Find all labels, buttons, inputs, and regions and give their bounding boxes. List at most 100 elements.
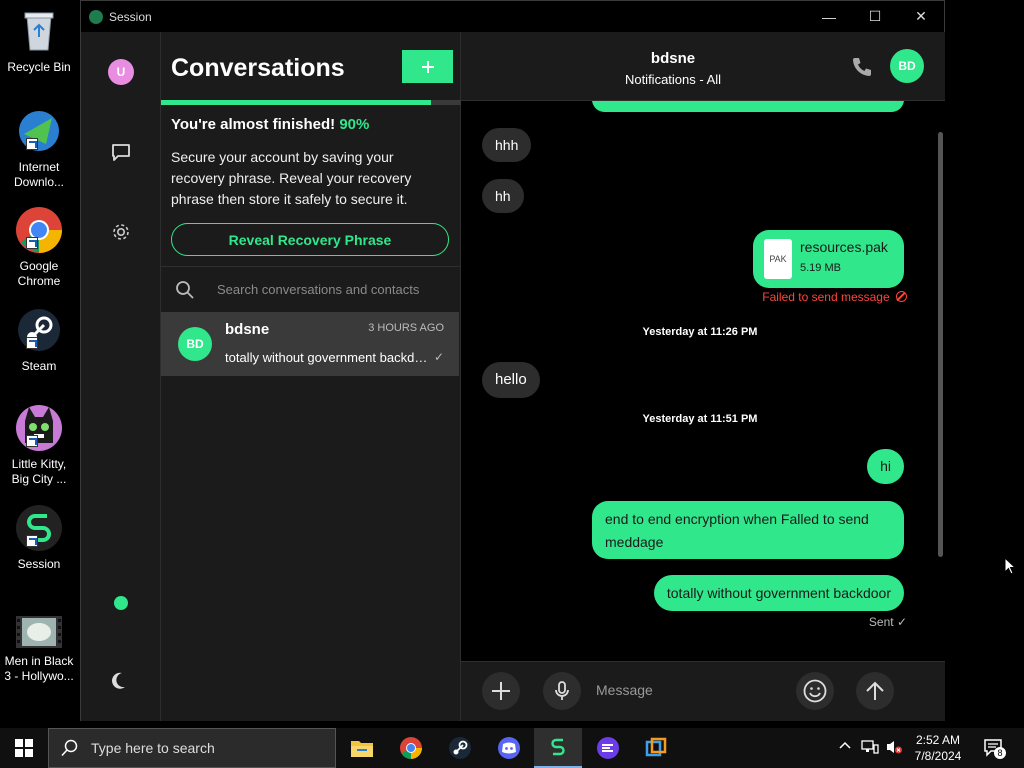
voice-message-button[interactable] [543, 672, 581, 710]
desktop-icon-steam[interactable]: Steam [2, 305, 76, 374]
taskbar-file-explorer[interactable] [338, 728, 386, 768]
message-bubble-incoming[interactable]: hello [482, 362, 540, 398]
chat-notification-setting: Notifications - All [624, 72, 722, 87]
maximize-button[interactable]: ☐ [852, 1, 898, 32]
session-icon [89, 9, 103, 24]
clock-date: 7/8/2024 [914, 749, 962, 763]
message-bubble-outgoing[interactable]: hi [867, 449, 904, 484]
failed-status[interactable]: Failed to send message [762, 290, 907, 304]
file-icon: PAK [764, 239, 792, 279]
message-list: hhh hh PAK resources.pak 5.19 MB Failed … [461, 101, 945, 661]
file-name: resources.pak [800, 239, 888, 255]
session-icon [551, 738, 565, 756]
desktop-icon-google-chrome[interactable]: Google Chrome [2, 205, 76, 289]
chat-panel: bdsne Notifications - All BD hhh hh PAK … [461, 32, 945, 721]
video-file-icon [14, 614, 64, 650]
desktop-icon-label: Steam [21, 359, 57, 373]
steam-icon [449, 737, 471, 759]
window-titlebar[interactable]: Session — ☐ ✕ [81, 1, 944, 32]
conversations-panel: Conversations You're almost finished! 90… [161, 32, 461, 721]
file-explorer-icon [351, 741, 373, 757]
message-composer [461, 661, 945, 721]
file-size: 5.19 MB [800, 262, 841, 274]
desktop-icon-label: Little Kitty, Big City ... [11, 457, 67, 486]
search-icon [61, 739, 78, 757]
taskbar-app-purple[interactable] [584, 728, 632, 768]
app-icon-purple [597, 737, 619, 759]
taskbar-chrome[interactable] [387, 728, 435, 768]
conversation-list-item[interactable]: BD bdsne 3 HOURS AGO totally without gov… [161, 312, 459, 376]
session-icon [14, 503, 64, 553]
send-button[interactable] [856, 672, 894, 710]
new-conversation-button[interactable] [402, 50, 453, 83]
settings-gear-icon[interactable] [108, 219, 134, 245]
chat-header: bdsne Notifications - All BD [461, 32, 945, 101]
taskbar-clock[interactable]: 2:52 AM 7/8/2024 [906, 732, 970, 764]
start-button[interactable] [0, 728, 48, 768]
date-separator: Yesterday at 11:51 PM [642, 413, 758, 425]
message-scrollbar[interactable] [938, 132, 943, 557]
desktop-icon-video[interactable]: Men in Black 3 - Hollywo... [2, 614, 76, 684]
microphone-icon [555, 681, 569, 700]
desktop-icon-little-kitty[interactable]: Little Kitty, Big City ... [2, 403, 76, 487]
message-input[interactable] [596, 682, 806, 698]
desktop-icon-internet-download-manager[interactable]: Internet Downlo... [2, 106, 76, 190]
notification-count: 8 [994, 747, 1006, 759]
chat-contact-avatar[interactable]: BD [890, 49, 924, 83]
taskbar-search-input[interactable] [91, 740, 311, 756]
discord-icon [498, 737, 520, 759]
message-bubble-outgoing[interactable] [592, 101, 904, 112]
network-icon[interactable] [861, 739, 879, 758]
notification-center-icon[interactable]: 8 [983, 737, 1006, 762]
messages-icon[interactable] [108, 139, 134, 165]
message-bubble-incoming[interactable]: hh [482, 179, 524, 213]
clock-time: 2:52 AM [915, 733, 961, 747]
read-check-icon: ✓ [433, 350, 444, 364]
message-bubble-incoming[interactable]: hhh [482, 128, 532, 162]
volume-muted-icon[interactable] [885, 739, 903, 758]
message-bubble-outgoing[interactable]: end to end encryption when Falled to sen… [592, 501, 904, 559]
search-icon [176, 280, 194, 299]
banner-percent: 90% [339, 116, 370, 133]
desktop-icon-label: Session [17, 557, 61, 571]
mouse-cursor-icon [1004, 557, 1017, 575]
left-rail: U [81, 32, 161, 721]
search-input[interactable] [217, 282, 447, 297]
plus-icon [421, 60, 434, 73]
moon-icon[interactable] [108, 668, 134, 694]
last-message-preview: totally without government backdoor [225, 350, 429, 365]
close-button[interactable]: ✕ [898, 1, 944, 32]
contact-avatar: BD [178, 327, 212, 361]
emoji-button[interactable] [796, 672, 834, 710]
taskbar-search[interactable] [48, 728, 336, 768]
internet-download-manager-icon [14, 106, 64, 156]
desktop-icon-session[interactable]: Session [2, 503, 76, 572]
date-separator: Yesterday at 11:26 PM [642, 326, 758, 338]
minimize-button[interactable]: — [806, 1, 852, 32]
taskbar-discord[interactable] [485, 728, 533, 768]
session-window: Session — ☐ ✕ U Conversations You're alm… [80, 0, 945, 721]
banner-title-text: You're almost finished! [171, 116, 336, 133]
desktop-icon-label: Recycle Bin [7, 60, 71, 74]
error-icon [896, 291, 907, 302]
reveal-recovery-phrase-button[interactable]: Reveal Recovery Phrase [171, 223, 449, 256]
chevron-up-icon[interactable] [838, 739, 852, 756]
taskbar: 2:52 AM 7/8/2024 8 [0, 728, 1024, 768]
taskbar-app-blue[interactable] [632, 728, 680, 768]
taskbar-steam[interactable] [436, 728, 484, 768]
phone-call-icon[interactable] [850, 55, 874, 79]
message-bubble-outgoing[interactable]: totally without government backdoor [653, 575, 904, 611]
add-attachment-button[interactable] [482, 672, 520, 710]
profile-avatar[interactable]: U [108, 59, 134, 85]
file-attachment-bubble[interactable]: PAK resources.pak 5.19 MB [753, 230, 904, 288]
online-status-dot [114, 596, 128, 610]
conversations-title: Conversations [171, 54, 345, 82]
chat-contact-name: bdsne [650, 50, 696, 67]
smiley-icon [803, 679, 827, 703]
desktop-icon-label: Google Chrome [17, 259, 61, 288]
sent-status: Sent ✓ [868, 615, 907, 629]
desktop-icon-recycle-bin[interactable]: Recycle Bin [2, 6, 76, 75]
desktop-icon-label: Internet Downlo... [13, 160, 65, 189]
taskbar-session[interactable] [534, 728, 582, 768]
conversation-search [161, 267, 461, 312]
